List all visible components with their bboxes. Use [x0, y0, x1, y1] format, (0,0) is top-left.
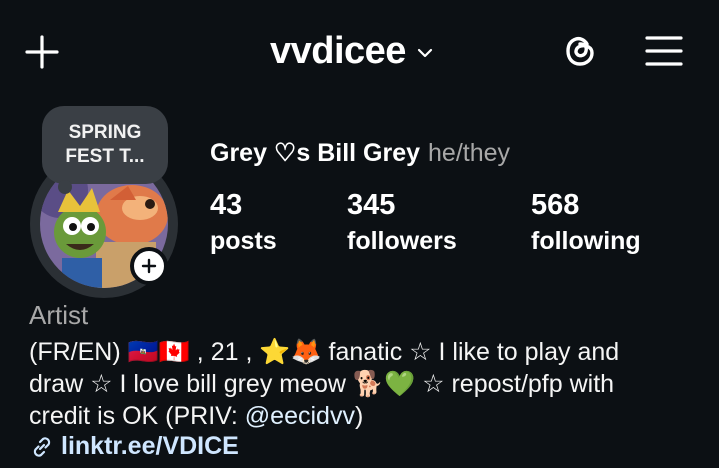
pronouns: he/they: [428, 139, 511, 167]
stat-posts[interactable]: 43 posts: [210, 188, 277, 258]
bio-link[interactable]: linktr.ee/VDICE: [29, 432, 239, 461]
followers-count: 345: [347, 189, 396, 221]
stat-followers[interactable]: 345 followers: [347, 188, 457, 258]
display-name: Grey ♡s Bill Grey: [210, 139, 421, 167]
bio-line-2: draw ☆ I love bill grey meow 🐕💚 ☆ repost…: [29, 370, 615, 398]
mention-link[interactable]: @eecidvv: [245, 402, 355, 430]
note-bubble-tail: [58, 180, 72, 194]
bio-line-1: (FR/EN) 🇭🇹🇨🇦 , 21 , ⭐🦊 fanatic ☆ I like …: [29, 338, 620, 366]
bio-text: (FR/EN) 🇭🇹🇨🇦 , 21 , ⭐🦊 fanatic ☆ I like …: [29, 336, 699, 432]
account-switcher[interactable]: vvdicee: [270, 26, 434, 76]
followers-label: followers: [347, 227, 457, 255]
stat-following[interactable]: 568 following: [531, 188, 641, 258]
following-label: following: [531, 227, 641, 255]
add-story-icon[interactable]: [130, 247, 168, 285]
profile-note[interactable]: SPRING FEST T...: [42, 106, 168, 184]
note-text: SPRING FEST T...: [65, 122, 145, 167]
link-icon: [33, 436, 51, 457]
username: vvdicee: [270, 29, 406, 72]
posts-label: posts: [210, 227, 277, 255]
bio-line-3: credit is OK (PRIV: @eecidvv): [29, 400, 699, 432]
top-bar: vvdicee: [0, 0, 719, 100]
menu-icon[interactable]: [644, 33, 684, 69]
threads-icon[interactable]: [560, 31, 600, 71]
link-url: linktr.ee/VDICE: [61, 432, 239, 460]
plus-icon[interactable]: [24, 34, 60, 70]
profile-category: Artist: [29, 300, 89, 330]
following-count: 568: [531, 189, 580, 221]
plus-small-icon: [141, 258, 157, 274]
bio-line-3-text: credit is OK (PRIV:: [29, 402, 245, 430]
chevron-down-icon: [417, 48, 433, 58]
bio-line-3-close: ): [354, 402, 364, 430]
posts-count: 43: [210, 189, 243, 221]
profile-name-row: Grey ♡s Bill Grey he/they: [210, 138, 510, 168]
